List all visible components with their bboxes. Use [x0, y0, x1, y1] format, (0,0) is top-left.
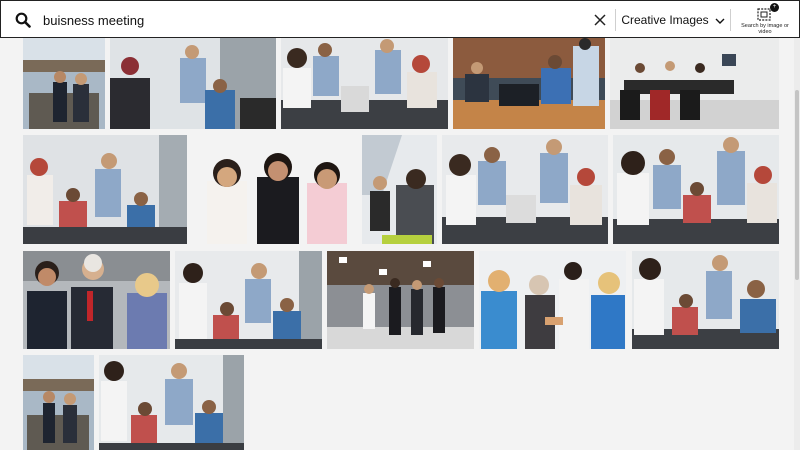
- image-tile[interactable]: [453, 38, 605, 129]
- image-tile[interactable]: [479, 251, 626, 349]
- image-type-label: Creative Images: [621, 13, 709, 27]
- image-tile[interactable]: [175, 251, 322, 349]
- clear-icon[interactable]: [591, 11, 609, 29]
- image-tile[interactable]: [632, 251, 779, 349]
- divider: [615, 9, 616, 31]
- camera-search-icon: +: [757, 3, 779, 22]
- search-icon[interactable]: [15, 12, 31, 28]
- add-badge: +: [770, 3, 779, 12]
- search-input[interactable]: [43, 9, 573, 31]
- search-by-image-button[interactable]: + Search by image or video: [737, 3, 793, 36]
- image-tile[interactable]: [23, 38, 105, 129]
- image-tile[interactable]: [99, 355, 244, 450]
- image-type-dropdown[interactable]: Creative Images: [621, 1, 725, 39]
- image-tile[interactable]: [610, 38, 779, 129]
- search-by-image-label: Search by image or video: [741, 23, 789, 35]
- image-tile[interactable]: [327, 251, 474, 349]
- image-tile[interactable]: [23, 355, 94, 450]
- chevron-down-icon: [715, 15, 725, 25]
- image-tile[interactable]: [193, 135, 357, 244]
- image-tile[interactable]: [281, 38, 448, 129]
- divider: [730, 9, 731, 31]
- image-tile[interactable]: [110, 38, 276, 129]
- scrollbar[interactable]: [794, 38, 800, 450]
- image-tile[interactable]: [613, 135, 779, 244]
- image-tile[interactable]: [23, 251, 170, 349]
- image-tile[interactable]: [442, 135, 608, 244]
- image-tile[interactable]: [23, 135, 187, 244]
- image-tile[interactable]: [362, 135, 437, 244]
- scrollbar-thumb[interactable]: [795, 90, 799, 280]
- search-bar: Creative Images + Search by image or vid…: [0, 0, 800, 38]
